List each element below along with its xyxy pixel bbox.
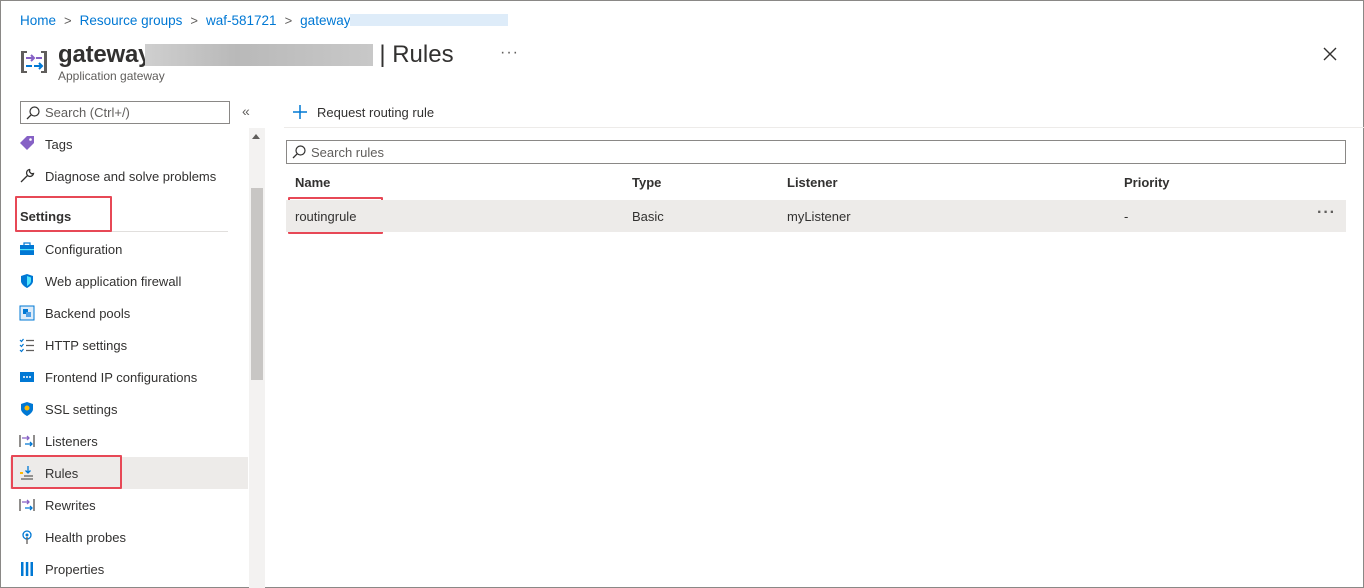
sidebar-item-label: Diagnose and solve problems — [45, 168, 217, 184]
wrench-icon — [18, 167, 36, 185]
close-button[interactable] — [1320, 44, 1340, 64]
add-routing-rule-button[interactable]: Request routing rule — [292, 102, 434, 122]
page-title: gateway | Rules — [58, 40, 454, 70]
collapse-sidebar-button[interactable]: « — [242, 104, 258, 120]
breadcrumb-gateway[interactable]: gateway — [300, 13, 350, 28]
cell-priority: - — [1124, 209, 1129, 224]
sidebar-item-label: Web application firewall — [45, 273, 182, 289]
sidebar-item-label: Properties — [45, 561, 105, 577]
listener-icon — [18, 432, 36, 450]
sidebar-item-label: SSL settings — [45, 401, 118, 417]
rewrite-icon — [18, 496, 36, 514]
divider — [18, 231, 228, 232]
sidebar-item-listeners[interactable]: Listeners — [10, 425, 248, 457]
column-header-listener[interactable]: Listener — [787, 175, 838, 190]
checklist-icon — [18, 336, 36, 354]
page-subtitle: Application gateway — [58, 69, 165, 83]
divider — [284, 127, 1364, 128]
properties-icon — [18, 560, 36, 578]
row-more-button[interactable]: ··· — [1317, 204, 1336, 222]
sidebar-item-label: Backend pools — [45, 305, 131, 321]
sidebar-item-label: Frontend IP configurations — [45, 369, 198, 385]
sidebar-item-properties[interactable]: Properties — [10, 553, 248, 585]
sidebar-item-label: HTTP settings — [45, 337, 128, 353]
page-title-section: | Rules — [379, 41, 454, 68]
ssl-shield-icon — [18, 400, 36, 418]
cell-listener: myListener — [787, 209, 851, 224]
sidebar-item-configuration[interactable]: Configuration — [10, 233, 248, 265]
sidebar-item-waf[interactable]: Web application firewall — [10, 265, 248, 297]
breadcrumb-home[interactable]: Home — [20, 13, 56, 28]
sidebar-item-label: Rules — [45, 465, 79, 481]
rules-search-input[interactable] — [311, 144, 1311, 160]
breadcrumb-separator: > — [64, 12, 72, 28]
scrollbar-thumb[interactable] — [251, 188, 263, 380]
breadcrumb-separator: > — [190, 12, 199, 28]
sidebar-item-http-settings[interactable]: HTTP settings — [10, 329, 248, 361]
sidebar-nav: Tags Diagnose and solve problems Setting… — [10, 128, 248, 588]
sidebar-item-label: Health probes — [45, 529, 126, 545]
add-routing-rule-label: Request routing rule — [317, 104, 435, 120]
application-gateway-icon — [20, 50, 48, 74]
sidebar-search-input[interactable] — [45, 105, 225, 120]
sidebar-section-settings: Settings — [20, 209, 72, 224]
plus-icon — [293, 105, 307, 119]
sidebar-item-label: Tags — [45, 136, 73, 152]
sidebar-item-rules[interactable]: Rules — [10, 457, 248, 489]
cell-name[interactable]: routingrule — [295, 209, 356, 224]
probe-icon — [18, 528, 36, 546]
scroll-up-arrow-icon[interactable] — [252, 134, 260, 139]
page-title-name: gateway — [58, 41, 152, 68]
briefcase-icon — [18, 240, 36, 258]
search-icon — [292, 145, 306, 159]
redaction-bar — [145, 44, 374, 66]
sidebar-item-rewrites[interactable]: Rewrites — [10, 489, 248, 521]
sidebar-item-frontend-ip[interactable]: Frontend IP configurations — [10, 361, 248, 393]
more-options-button[interactable]: ··· — [500, 44, 519, 62]
sidebar-search-field[interactable] — [20, 101, 230, 124]
sidebar-item-diagnose[interactable]: Diagnose and solve problems — [10, 160, 248, 192]
redaction-bar — [350, 14, 509, 26]
tag-icon — [18, 135, 36, 153]
column-header-type[interactable]: Type — [632, 175, 661, 190]
sidebar-item-backend-pools[interactable]: Backend pools — [10, 297, 248, 329]
frontend-ip-icon — [18, 368, 36, 386]
breadcrumb-resource-groups[interactable]: Resource groups — [80, 13, 183, 28]
breadcrumb: Home > Resource groups > waf-581721 > ga… — [20, 11, 509, 29]
close-icon — [1323, 47, 1337, 61]
sidebar-item-label: Listeners — [45, 433, 98, 449]
sidebar-item-tags[interactable]: Tags — [10, 128, 248, 160]
breadcrumb-resource-group[interactable]: waf-581721 — [206, 13, 277, 28]
table-row[interactable]: routingrule Basic myListener - ··· — [286, 200, 1346, 232]
sidebar-item-ssl-settings[interactable]: SSL settings — [10, 393, 248, 425]
sidebar-scrollbar[interactable] — [249, 128, 265, 588]
breadcrumb-separator: > — [284, 12, 293, 28]
shield-icon — [18, 272, 36, 290]
sidebar-item-health-probes[interactable]: Health probes — [10, 521, 248, 553]
sidebar-item-label: Configuration — [45, 241, 123, 257]
column-header-priority[interactable]: Priority — [1124, 175, 1170, 190]
cell-type: Basic — [632, 209, 664, 224]
backend-pool-icon — [18, 304, 36, 322]
search-icon — [26, 105, 40, 119]
column-header-name[interactable]: Name — [295, 175, 330, 190]
sidebar-item-label: Rewrites — [45, 497, 96, 513]
rules-search-field[interactable] — [286, 140, 1346, 164]
rules-icon — [18, 464, 36, 482]
